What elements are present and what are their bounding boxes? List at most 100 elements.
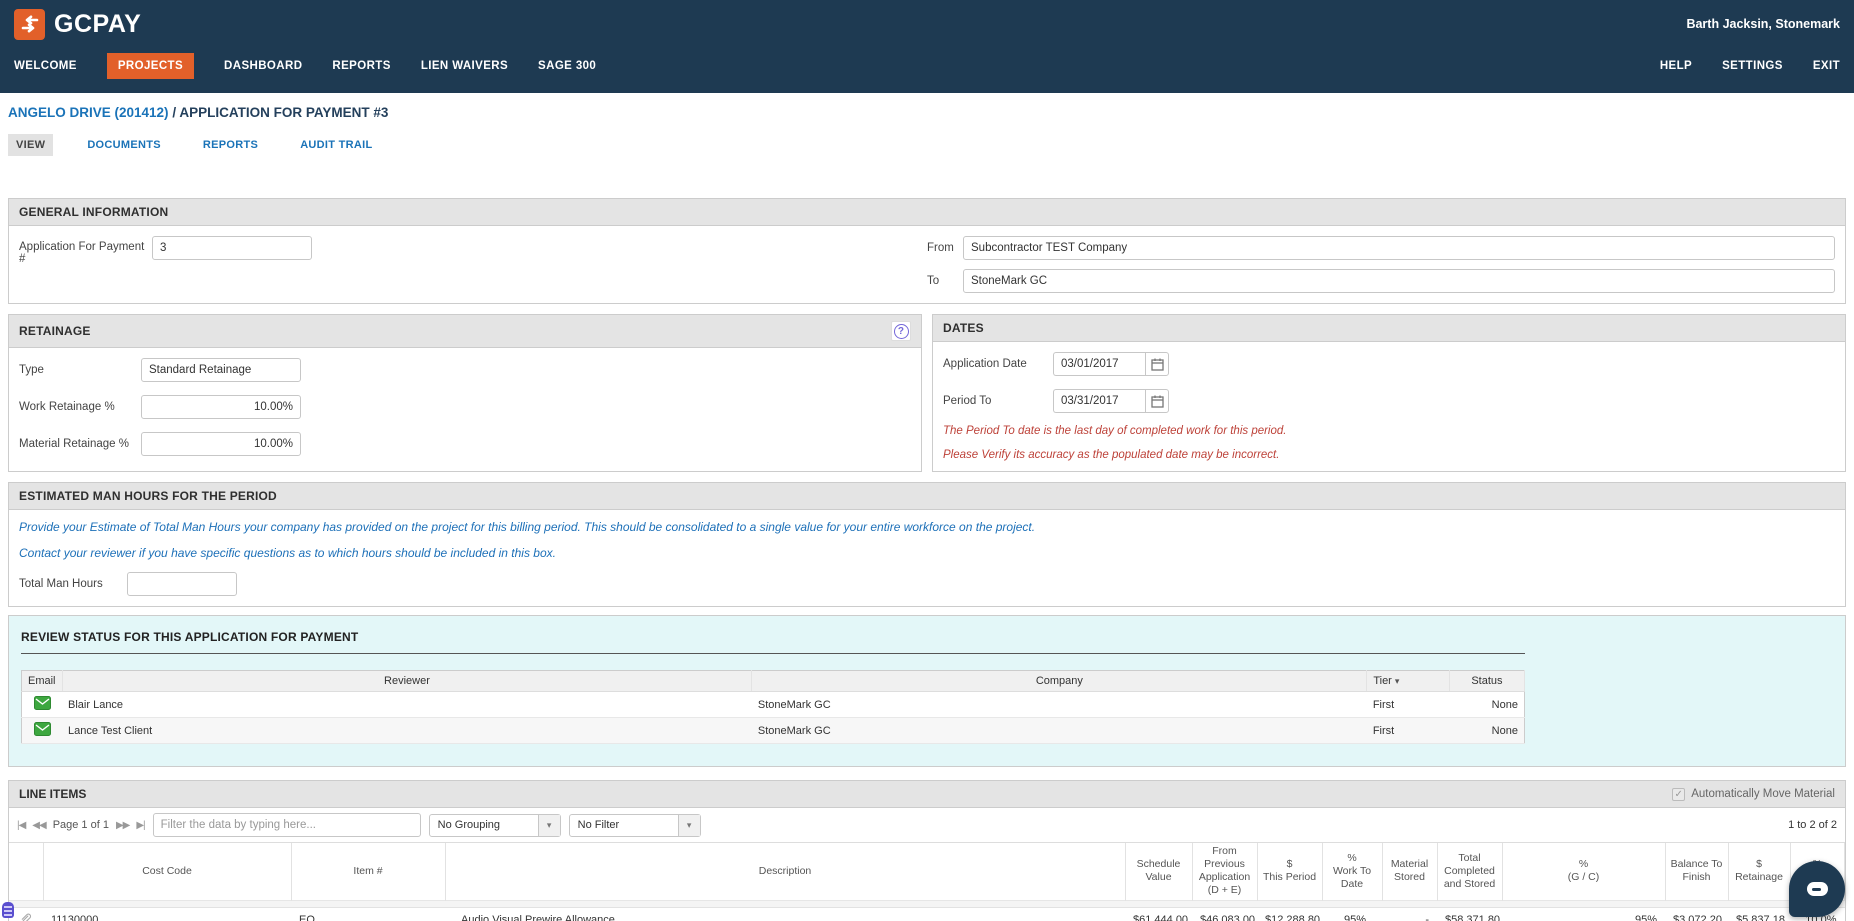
filter-select-value: No Filter — [577, 818, 620, 831]
line-items-toolbar: |◀ ◀◀ Page 1 of 1 ▶▶ ▶| No Grouping ▾ No… — [9, 808, 1845, 843]
review-status-title: REVIEW STATUS FOR THIS APPLICATION FOR P… — [21, 630, 359, 644]
nav-item-reports[interactable]: REPORTS — [332, 53, 390, 79]
balance-to-finish: $3,072.20 — [1665, 906, 1728, 921]
dates-title: DATES — [943, 321, 984, 335]
auto-move-material-toggle[interactable]: ✓ Automatically Move Material — [1672, 787, 1835, 801]
review-col-status: Status — [1449, 670, 1525, 692]
pct-work-to-date[interactable]: 95% — [1322, 906, 1382, 921]
total-man-hours-label: Total Man Hours — [19, 578, 103, 590]
application-date-input[interactable] — [1053, 352, 1145, 376]
nav-item-dashboard[interactable]: DASHBOARD — [224, 53, 302, 79]
application-number-input[interactable] — [152, 236, 312, 260]
tab-documents[interactable]: DOCUMENTS — [79, 134, 169, 156]
nav-item-exit[interactable]: EXIT — [1813, 53, 1840, 79]
man-hours-header: ESTIMATED MAN HOURS FOR THE PERIOD — [9, 483, 1845, 510]
from-previous-application: $46,083.00 — [1192, 906, 1257, 921]
reviewer-name: Lance Test Client — [62, 717, 752, 744]
reviewer-tier: First — [1366, 691, 1450, 718]
checkbox-checked-icon[interactable]: ✓ — [1672, 787, 1686, 801]
filter-input[interactable] — [152, 813, 421, 837]
filter-select[interactable]: No Filter ▾ — [568, 813, 701, 837]
col-from-previous-application: From Previous Application (D + E) — [1192, 843, 1258, 900]
work-retainage-input[interactable] — [141, 395, 301, 419]
to-input[interactable] — [963, 269, 1835, 293]
man-hours-instruction-line2: Contact your reviewer if you have specif… — [19, 546, 556, 560]
review-header-row: Email Reviewer Company Tier ▾ Status — [21, 670, 1525, 692]
col-pct-g-c: % (G / C) — [1502, 843, 1666, 900]
work-retainage-row: Work Retainage % — [19, 395, 911, 419]
review-col-reviewer: Reviewer — [62, 670, 753, 692]
page: GCPAY Barth Jacksin, Stonemark WELCOME P… — [0, 0, 1854, 921]
nav-item-projects[interactable]: PROJECTS — [106, 52, 195, 79]
item-number: EQ — [291, 906, 445, 921]
brand[interactable]: GCPAY — [14, 8, 142, 40]
general-information-header: GENERAL INFORMATION — [9, 199, 1845, 226]
dates-header: DATES — [933, 315, 1845, 342]
retainage-help-button[interactable]: ? — [891, 321, 911, 341]
period-to-calendar-icon[interactable] — [1145, 389, 1169, 413]
chevron-down-icon: ▾ — [677, 814, 700, 836]
brand-name: GCPAY — [54, 9, 142, 38]
nav-item-welcome[interactable]: WELCOME — [14, 53, 77, 79]
main-content: ANGELO DRIVE (201412) / APPLICATION FOR … — [0, 105, 1854, 921]
man-hours-panel: ESTIMATED MAN HOURS FOR THE PERIOD Provi… — [8, 482, 1846, 607]
application-date-row: Application Date — [943, 352, 1835, 376]
line-items-header-row: Cost Code Item # Description Schedule Va… — [9, 843, 1845, 900]
tab-view[interactable]: VIEW — [8, 134, 54, 156]
review-title-divider — [21, 653, 1525, 654]
material-retainage-label: Material Retainage % — [19, 438, 129, 450]
chat-launcher-button[interactable] — [1789, 861, 1845, 917]
total-completed-stored: $58,371.80 — [1437, 906, 1502, 921]
review-col-tier[interactable]: Tier ▾ — [1366, 670, 1450, 692]
tab-audit-trail[interactable]: AUDIT TRAIL — [292, 134, 380, 156]
line-item-row-1[interactable]: 11130000 EQ Audio Visual Prewire Allowan… — [9, 906, 1845, 921]
nav-item-lien-waivers[interactable]: LIEN WAIVERS — [421, 53, 508, 79]
retainage-type-row: Type — [19, 358, 911, 382]
period-to-input[interactable] — [1053, 389, 1145, 413]
man-hours-title: ESTIMATED MAN HOURS FOR THE PERIOD — [19, 489, 277, 503]
review-status-table: Email Reviewer Company Tier ▾ Status Blai… — [21, 670, 1525, 744]
col-material-stored: Material Stored — [1382, 843, 1438, 900]
email-icon[interactable] — [21, 691, 63, 718]
this-period[interactable]: $12,288.80 — [1257, 906, 1322, 921]
user-name[interactable]: Barth Jacksin, Stonemark — [1686, 17, 1840, 31]
schedule-value: $61,444.00 — [1125, 906, 1192, 921]
chevron-down-icon: ▾ — [537, 814, 560, 836]
breadcrumb-project-link[interactable]: ANGELO DRIVE (201412) — [8, 105, 169, 120]
material-retainage-input[interactable] — [141, 432, 301, 456]
dates-panel: DATES Application Date Period To — [932, 314, 1846, 472]
attachment-icon[interactable] — [9, 906, 43, 921]
retainage-type-input[interactable] — [141, 358, 301, 382]
general-information-title: GENERAL INFORMATION — [19, 205, 169, 219]
nav-item-help[interactable]: HELP — [1660, 53, 1692, 79]
reviewer-company: StoneMark GC — [751, 691, 1367, 718]
tab-strip: VIEW DOCUMENTS REPORTS AUDIT TRAIL — [8, 134, 1846, 156]
period-to-label: Period To — [943, 395, 992, 407]
from-field-row: From — [927, 236, 1835, 260]
last-page-icon[interactable]: ▶| — [136, 820, 145, 831]
grouping-select[interactable]: No Grouping ▾ — [428, 813, 561, 837]
email-icon[interactable] — [21, 717, 63, 744]
period-to-row: Period To — [943, 389, 1835, 413]
auto-move-material-label: Automatically Move Material — [1691, 788, 1835, 800]
total-man-hours-input[interactable] — [127, 572, 237, 596]
nav-item-sage-300[interactable]: SAGE 300 — [538, 53, 596, 79]
col-item-number: Item # — [291, 843, 446, 900]
from-input[interactable] — [963, 236, 1835, 260]
review-col-email: Email — [21, 670, 63, 692]
col-schedule-value: Schedule Value — [1125, 843, 1193, 900]
reviewer-tier: First — [1366, 717, 1450, 744]
prev-page-icon[interactable]: ◀◀ — [32, 820, 46, 831]
next-page-icon[interactable]: ▶▶ — [116, 820, 130, 831]
nav-item-settings[interactable]: SETTINGS — [1722, 53, 1783, 79]
tab-reports[interactable]: REPORTS — [195, 134, 266, 156]
material-stored[interactable]: - — [1382, 906, 1437, 921]
breadcrumb-separator: / — [168, 105, 180, 120]
first-page-icon[interactable]: |◀ — [17, 820, 26, 831]
to-label: To — [927, 275, 940, 287]
attachment-column-header — [9, 843, 44, 900]
application-date-calendar-icon[interactable] — [1145, 352, 1169, 376]
col-balance-to-finish: Balance To Finish — [1665, 843, 1729, 900]
extension-bug-icon[interactable] — [2, 902, 14, 918]
line-items-header: LINE ITEMS ✓ Automatically Move Material — [9, 781, 1845, 808]
